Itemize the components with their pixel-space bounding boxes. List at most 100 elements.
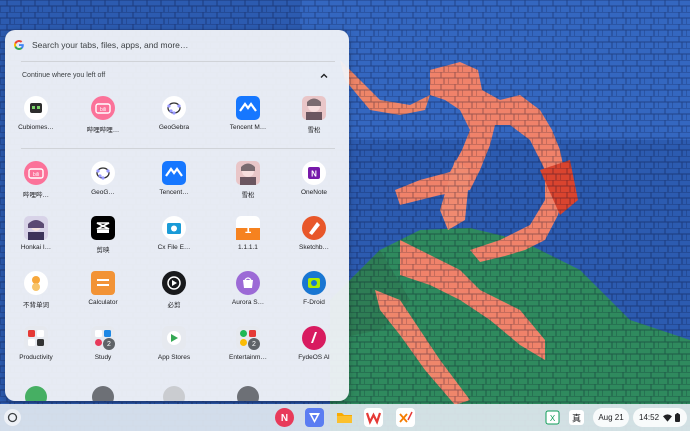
app-study-folder[interactable]: 2 Study: [72, 326, 134, 374]
bijian-icon: [162, 271, 186, 295]
app-label: 不背单词: [23, 302, 49, 309]
folder-count-badge: 2: [248, 338, 260, 350]
study-folder-icon: 2: [91, 326, 115, 350]
shelf-app-xodo[interactable]: [396, 408, 415, 427]
recent-app-cubiomes[interactable]: Cubiomes…: [5, 96, 67, 144]
google-g-icon: [13, 40, 24, 51]
shelf-app-files[interactable]: [335, 408, 354, 427]
app-calculator[interactable]: Calculator: [72, 271, 134, 319]
recent-divider: [21, 148, 335, 149]
app-label: FydeOS AI: [298, 354, 330, 361]
app-label: GeoGebra: [158, 124, 190, 131]
app-launcher: Continue where you left off Cubiomes… bil…: [5, 30, 349, 401]
app-label: Calculator: [88, 299, 118, 306]
app-app-stores-folder[interactable]: App Stores: [143, 326, 205, 374]
app-label: OneNote: [300, 189, 328, 196]
app-label: Productivity: [19, 354, 53, 361]
shelf-app-notion[interactable]: N: [275, 408, 294, 427]
files-icon: [337, 413, 352, 423]
honkai-icon: [24, 216, 48, 240]
bilibili-icon: bili: [91, 96, 115, 120]
app-fdroid[interactable]: F-Droid: [283, 271, 345, 319]
app-sketchbook[interactable]: Sketchb…: [283, 216, 345, 264]
folder-count-badge: 2: [103, 338, 115, 350]
continue-section-label: Continue where you left off: [22, 72, 106, 79]
app-entertainment-folder[interactable]: 2 Entertainm…: [217, 326, 279, 374]
app-label: 雪松: [241, 192, 255, 199]
app-bubeidanci[interactable]: 不背单词: [5, 271, 67, 319]
cx-file-explorer-icon: [162, 216, 186, 240]
onenote-icon: N: [302, 161, 326, 185]
shelf-app-vpn[interactable]: [305, 408, 324, 427]
notion-icon: N: [275, 408, 294, 427]
app-cx-file-explorer[interactable]: Cx File E…: [143, 216, 205, 264]
launcher-button[interactable]: [4, 409, 21, 426]
chevron-up-icon[interactable]: [318, 70, 330, 82]
app-bilibili[interactable]: bili 哔哩哔…: [5, 161, 67, 209]
app-tencent-meeting[interactable]: Tencent…: [143, 161, 205, 209]
svg-text:N: N: [281, 413, 288, 424]
time-label: 14:52: [639, 413, 660, 422]
app-label: 哔哩哔哩…: [86, 127, 120, 134]
app-label: Cx File E…: [157, 244, 191, 251]
xodo-icon: [396, 408, 415, 427]
vpn-icon: [305, 408, 324, 427]
app-cloudflare-warp[interactable]: 1 1.1.1.1: [217, 216, 279, 264]
xuesong-icon: [236, 161, 260, 185]
cloudflare-warp-icon: 1: [236, 216, 260, 240]
recent-app-bilibili[interactable]: bili 哔哩哔哩…: [72, 96, 134, 144]
ime-indicator[interactable]: 真: [569, 410, 584, 425]
app-label: Entertainm…: [229, 354, 267, 361]
svg-text:bili: bili: [100, 107, 106, 113]
partial-app-icon[interactable]: [163, 386, 185, 401]
app-geogebra[interactable]: GeoG…: [72, 161, 134, 209]
app-aurora-store[interactable]: Aurora S…: [217, 271, 279, 319]
shelf-app-sheets[interactable]: X: [545, 410, 560, 425]
sketchbook-icon: [302, 216, 326, 240]
app-label: Honkai I…: [20, 244, 52, 251]
app-onenote[interactable]: N OneNote: [283, 161, 345, 209]
geogebra-icon: [162, 96, 186, 120]
app-label: F-Droid: [303, 299, 325, 306]
recent-app-geogebra[interactable]: GeoGebra: [143, 96, 205, 144]
recent-app-xuesong[interactable]: 雪松: [283, 96, 345, 144]
tencent-meeting-icon: [236, 96, 260, 120]
app-label: 1.1.1.1: [238, 244, 258, 251]
status-tray[interactable]: 14:52: [633, 408, 687, 427]
partial-app-icon[interactable]: [92, 386, 114, 401]
app-xuesong[interactable]: 雪松: [217, 161, 279, 209]
wifi-icon: [663, 413, 673, 422]
svg-text:真: 真: [572, 413, 581, 425]
launcher-circle-icon: [7, 412, 18, 423]
ime-icon: 真: [569, 410, 584, 425]
search-bar[interactable]: [5, 30, 349, 60]
app-label: Tencent…: [159, 189, 189, 196]
partial-app-icon[interactable]: [25, 386, 47, 401]
svg-text:1: 1: [245, 222, 252, 236]
app-fydeos-ai[interactable]: FydeOS AI: [283, 326, 345, 374]
svg-text:N: N: [311, 170, 317, 179]
cubiomes-icon: [24, 96, 48, 120]
app-label: 哔哩哔…: [23, 192, 49, 199]
app-label: Cubiomes…: [18, 124, 54, 131]
app-honkai[interactable]: Honkai I…: [5, 216, 67, 264]
app-label: 必剪: [167, 302, 181, 309]
app-capcut[interactable]: 剪映: [72, 216, 134, 264]
recent-app-tencent-meeting[interactable]: Tencent M…: [217, 96, 279, 144]
app-label: Tencent M…: [229, 124, 267, 131]
entertainment-folder-icon: 2: [236, 326, 260, 350]
date-pill[interactable]: Aug 21: [593, 408, 629, 427]
app-bijian[interactable]: 必剪: [143, 271, 205, 319]
shelf-app-wps[interactable]: [364, 408, 383, 427]
tencent-meeting-icon: [162, 161, 186, 185]
app-productivity-folder[interactable]: Productivity: [5, 326, 67, 374]
search-divider: [21, 61, 335, 62]
calculator-icon: [91, 271, 115, 295]
app-label: App Stores: [157, 354, 191, 361]
app-label: Aurora S…: [231, 299, 265, 306]
shelf: N X 真 Aug 21 14:52: [0, 404, 690, 431]
partial-app-icon[interactable]: [237, 386, 259, 401]
productivity-folder-icon: [24, 326, 48, 350]
app-label: GeoG…: [91, 189, 115, 196]
search-input[interactable]: [32, 36, 332, 54]
